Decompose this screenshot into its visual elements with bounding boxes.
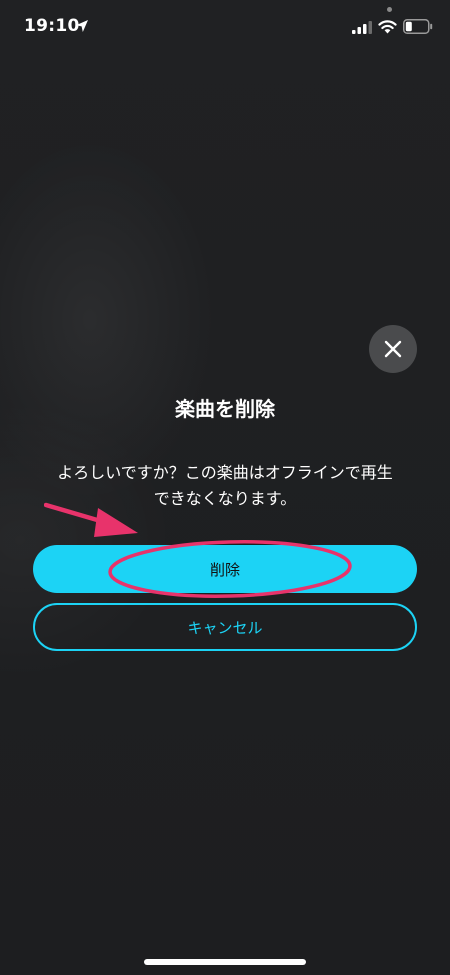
status-bar: 19:10	[0, 0, 450, 56]
status-time: 19:10	[24, 16, 80, 36]
cellular-signal-icon	[352, 21, 372, 34]
delete-button-label: 削除	[209, 560, 240, 579]
location-arrow-icon	[76, 20, 88, 32]
battery-icon	[403, 19, 433, 34]
close-icon	[384, 340, 402, 358]
delete-button[interactable]: 削除	[33, 545, 417, 593]
close-button[interactable]	[369, 325, 417, 373]
wifi-icon	[378, 20, 397, 34]
home-indicator[interactable]	[144, 959, 306, 965]
dialog-message-line-2: できなくなります。	[153, 489, 297, 508]
cancel-button-label: キャンセル	[187, 618, 263, 637]
dialog-message-line-1: よろしいですか？この楽曲はオフラインで再生	[57, 463, 393, 482]
cancel-button[interactable]: キャンセル	[33, 603, 417, 651]
dialog-message: よろしいですか？この楽曲はオフラインで再生 できなくなります。	[30, 460, 420, 512]
dialog-title: 楽曲を削除	[175, 397, 275, 421]
camera-indicator-dot	[387, 7, 392, 12]
